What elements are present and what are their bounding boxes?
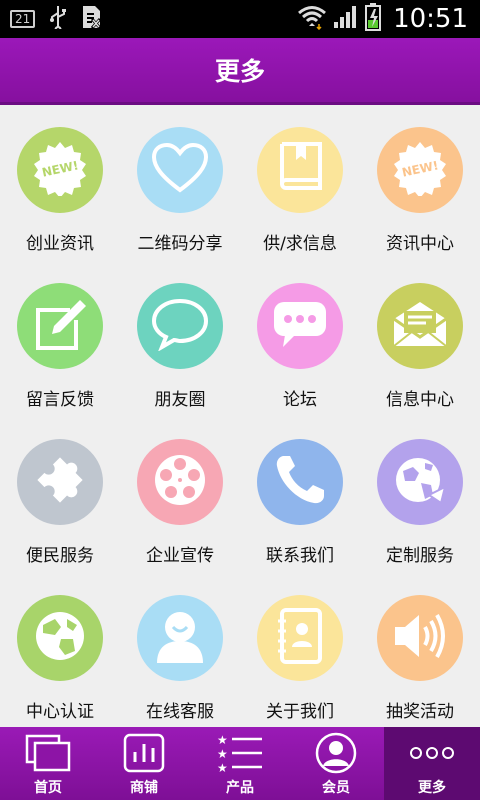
grid-item-feedback[interactable]: 留言反馈 [0, 261, 120, 417]
nav-item-more[interactable]: 更多 [384, 727, 480, 800]
nav-label: 产品 [226, 780, 254, 796]
item-circle [17, 439, 103, 525]
globe-arrow-icon [391, 451, 449, 513]
notification-count-badge: 21 [10, 10, 36, 28]
item-circle [137, 283, 223, 369]
globe-icon [31, 607, 89, 669]
status-time: 10:51 [393, 4, 468, 34]
grid-item-center-certification[interactable]: 中心认证 [0, 573, 120, 729]
item-label: 关于我们 [266, 702, 334, 722]
svg-text:★: ★ [217, 733, 228, 747]
speech-dots-icon [271, 299, 329, 353]
grid-item-friends-circle[interactable]: 朋友圈 [120, 261, 240, 417]
book-icon [274, 140, 326, 200]
item-label: 信息中心 [386, 390, 454, 410]
star-list-icon: ★ ★ ★ [215, 731, 265, 775]
grid-item-about-us[interactable]: 关于我们 [240, 573, 360, 729]
grid-item-supply-demand[interactable]: 供/求信息 [240, 105, 360, 261]
chat-bubble-icon [150, 297, 210, 355]
edit-icon [32, 296, 88, 356]
item-circle [257, 439, 343, 525]
grid-item-company-promo[interactable]: 企业宣传 [120, 417, 240, 573]
nav-item-member[interactable]: 会员 [288, 727, 384, 800]
store-bars-icon [122, 731, 166, 775]
item-label: 定制服务 [386, 546, 454, 566]
item-circle [257, 127, 343, 213]
item-label: 朋友圈 [154, 390, 206, 410]
home-windows-icon [24, 731, 72, 775]
item-label: 抽奖活动 [386, 702, 454, 722]
battery-charging-icon [365, 3, 382, 35]
grid-item-convenience-service[interactable]: 便民服务 [0, 417, 120, 573]
item-label: 中心认证 [26, 702, 94, 722]
status-bar: 21 10:51 [0, 0, 480, 38]
svg-text:★: ★ [217, 747, 228, 761]
wifi-icon [297, 4, 327, 34]
usb-icon [49, 5, 67, 33]
item-circle [137, 439, 223, 525]
member-avatar-icon [314, 731, 358, 775]
grid-item-custom-service[interactable]: 定制服务 [360, 417, 480, 573]
item-circle [257, 595, 343, 681]
heart-icon [151, 142, 209, 198]
item-circle: NEW! [17, 127, 103, 213]
grid-item-contact-us[interactable]: 联系我们 [240, 417, 360, 573]
title-bar: 更多 [0, 38, 480, 105]
nav-label: 首页 [34, 780, 62, 796]
nav-label: 更多 [418, 780, 446, 796]
bottom-navigation: 首页 商铺 ★ ★ ★ 产品 会员 更多 [0, 727, 480, 800]
grid-item-news-center[interactable]: NEW! 资讯中心 [360, 105, 480, 261]
grid-item-qrcode-share[interactable]: 二维码分享 [120, 105, 240, 261]
item-label: 企业宣传 [146, 546, 214, 566]
item-label: 在线客服 [146, 702, 214, 722]
svg-text:★: ★ [217, 761, 228, 773]
item-circle [137, 127, 223, 213]
item-label: 供/求信息 [263, 234, 337, 254]
envelope-icon [391, 299, 449, 353]
item-label: 留言反馈 [26, 390, 94, 410]
document-icon [81, 4, 103, 34]
item-circle [377, 439, 463, 525]
grid-item-online-support[interactable]: 在线客服 [120, 573, 240, 729]
nav-item-products[interactable]: ★ ★ ★ 产品 [192, 727, 288, 800]
item-circle [377, 283, 463, 369]
more-dots-icon [409, 731, 455, 775]
signal-icon [333, 5, 359, 33]
item-circle [17, 595, 103, 681]
nav-label: 商铺 [130, 780, 158, 796]
item-label: 创业资讯 [26, 234, 94, 254]
page-title: 更多 [214, 57, 265, 86]
nav-item-store[interactable]: 商铺 [96, 727, 192, 800]
item-label: 资讯中心 [386, 234, 454, 254]
feature-grid: NEW! 创业资讯 二维码分享 供/求信息 NEW! 资讯中心 留言反馈 朋友圈… [0, 105, 480, 727]
status-bar-left: 21 [10, 4, 103, 34]
user-icon [151, 607, 209, 669]
item-label: 便民服务 [26, 546, 94, 566]
item-circle [257, 283, 343, 369]
new-badge-icon: NEW! [32, 140, 88, 200]
new-badge-icon: NEW! [392, 140, 448, 200]
item-circle [377, 595, 463, 681]
grid-item-info-center[interactable]: 信息中心 [360, 261, 480, 417]
item-circle [17, 283, 103, 369]
speaker-icon [391, 609, 449, 667]
item-circle [137, 595, 223, 681]
nav-label: 会员 [322, 780, 350, 796]
grid-item-forum[interactable]: 论坛 [240, 261, 360, 417]
phone-icon [272, 452, 328, 512]
grid-item-lottery[interactable]: 抽奖活动 [360, 573, 480, 729]
item-circle: NEW! [377, 127, 463, 213]
contacts-book-icon [274, 607, 326, 669]
film-reel-icon [151, 451, 209, 513]
nav-item-home[interactable]: 首页 [0, 727, 96, 800]
puzzle-icon [30, 450, 90, 514]
grid-item-entrepreneurship-news[interactable]: NEW! 创业资讯 [0, 105, 120, 261]
item-label: 二维码分享 [137, 234, 223, 254]
status-bar-right: 10:51 [297, 3, 468, 35]
item-label: 联系我们 [266, 546, 334, 566]
item-label: 论坛 [283, 390, 317, 410]
